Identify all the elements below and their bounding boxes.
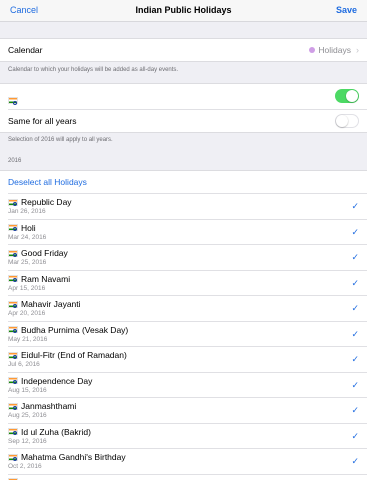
india-flag-icon xyxy=(8,198,18,206)
calendar-value: Holidays › xyxy=(309,45,359,55)
checkmark-icon: ✓ xyxy=(351,226,359,237)
holiday-date: Oct 2, 2016 xyxy=(8,463,42,470)
holiday-date: Jan 26, 2016 xyxy=(8,208,46,215)
deselect-all-button[interactable]: Deselect all Holidays xyxy=(8,177,87,187)
holiday-name-text: Ram Navami xyxy=(21,273,71,284)
checkmark-icon: ✓ xyxy=(351,430,359,441)
deselect-row[interactable]: Deselect all Holidays xyxy=(0,170,367,194)
holiday-name: Republic Day xyxy=(8,197,72,207)
holiday-name-text: Mahatma Gandhi's Birthday xyxy=(21,452,126,462)
holiday-name-text: Holi xyxy=(21,222,36,233)
holiday-name: Independence Day xyxy=(8,376,92,386)
holiday-name: Janmashthami xyxy=(8,401,76,411)
holiday-row[interactable]: Independence Day Aug 15, 2016 ✓ xyxy=(0,372,367,398)
holiday-name-text: Budha Purnima (Vesak Day) xyxy=(21,324,129,335)
holiday-date: Aug 15, 2016 xyxy=(8,386,47,394)
holiday-date: Mar 25, 2016 xyxy=(8,259,47,266)
holiday-name-text: Eidul-Fitr (End of Ramadan) xyxy=(21,350,127,360)
same-years-row: Same for all years xyxy=(0,109,367,134)
india-flag-icon xyxy=(8,92,18,110)
holiday-row[interactable]: Republic Day Jan 26, 2016 ✓ xyxy=(0,194,367,220)
same-years-toggle[interactable] xyxy=(335,114,359,128)
country-group: Same for all years xyxy=(0,83,367,133)
holiday-name-text: Janmashthami xyxy=(21,401,77,411)
calendar-row[interactable]: Calendar Holidays › xyxy=(0,38,367,62)
holiday-row-partial[interactable] xyxy=(0,474,367,480)
india-flag-icon xyxy=(8,351,18,359)
holiday-date: Sep 12, 2016 xyxy=(8,437,47,445)
holiday-name-text: Independence Day xyxy=(21,375,93,386)
holiday-name: Good Friday xyxy=(8,248,68,258)
save-button[interactable]: Save xyxy=(336,5,357,15)
india-flag-icon xyxy=(8,275,18,283)
checkmark-icon: ✓ xyxy=(351,277,359,288)
calendar-footnote: Calendar to which your holidays will be … xyxy=(8,67,179,73)
holiday-date: Apr 15, 2016 xyxy=(8,284,46,292)
holiday-date: May 21, 2016 xyxy=(8,335,48,343)
holiday-row[interactable]: Good Friday Mar 25, 2016 ✓ xyxy=(0,245,367,271)
holiday-row[interactable]: Mahatma Gandhi's Birthday Oct 2, 2016 ✓ xyxy=(0,449,367,475)
holiday-name: Budha Purnima (Vesak Day) xyxy=(8,325,128,335)
year-section-header: 2016 xyxy=(8,158,22,164)
checkmark-icon: ✓ xyxy=(351,303,359,313)
holiday-row[interactable]: Eidul-Fitr (End of Ramadan) Jul 6, 2016 … xyxy=(0,347,367,373)
calendar-label: Calendar xyxy=(8,45,43,55)
checkmark-icon: ✓ xyxy=(351,456,359,466)
holiday-row[interactable]: Mahavir Jayanti Apr 20, 2016 ✓ xyxy=(0,296,367,322)
holiday-row[interactable]: Id ul Zuha (Bakrid) Sep 12, 2016 ✓ xyxy=(0,423,367,449)
same-years-label: Same for all years xyxy=(8,116,77,126)
checkmark-icon: ✓ xyxy=(351,405,359,415)
india-flag-icon xyxy=(8,402,18,410)
chevron-right-icon: › xyxy=(356,45,359,55)
holiday-name-text: Id ul Zuha (Bakrid) xyxy=(21,426,91,437)
holiday-name-text: Republic Day xyxy=(21,197,72,207)
holiday-date: Apr 20, 2016 xyxy=(8,310,46,317)
india-flag-icon xyxy=(8,377,18,385)
checkmark-icon: ✓ xyxy=(351,201,359,211)
holiday-name: Id ul Zuha (Bakrid) xyxy=(8,427,91,437)
india-flag-icon xyxy=(8,428,18,436)
checkmark-icon: ✓ xyxy=(351,252,359,262)
india-flag-icon xyxy=(8,326,18,334)
holiday-row[interactable]: Budha Purnima (Vesak Day) May 21, 2016 ✓ xyxy=(0,321,367,347)
holiday-name: Eidul-Fitr (End of Ramadan) xyxy=(8,350,127,360)
page-title: Indian Public Holidays xyxy=(135,5,232,15)
same-years-footnote: Selection of 2016 will apply to all year… xyxy=(8,137,113,143)
india-flag-icon xyxy=(8,300,18,308)
checkmark-icon: ✓ xyxy=(351,354,359,364)
holiday-row[interactable]: Janmashthami Aug 25, 2016 ✓ xyxy=(0,398,367,424)
navigation-bar: Cancel Indian Public Holidays Save xyxy=(0,0,367,22)
country-row xyxy=(0,84,367,109)
calendar-value-text: Holidays xyxy=(318,45,351,55)
checkmark-icon: ✓ xyxy=(351,379,359,390)
country-toggle[interactable] xyxy=(335,89,359,103)
holiday-row[interactable]: Ram Navami Apr 15, 2016 ✓ xyxy=(0,270,367,296)
holiday-date: Jul 6, 2016 xyxy=(8,361,40,368)
india-flag-icon xyxy=(8,224,18,232)
holiday-name-text: Good Friday xyxy=(21,248,68,258)
holiday-row[interactable]: Holi Mar 24, 2016 ✓ xyxy=(0,219,367,245)
holiday-name: Ram Navami xyxy=(8,274,70,284)
holiday-date: Mar 24, 2016 xyxy=(8,233,47,241)
holiday-name-text: Mahavir Jayanti xyxy=(21,299,81,309)
holiday-name: Holi xyxy=(8,223,36,233)
india-flag-icon xyxy=(8,453,18,461)
india-flag-icon xyxy=(8,249,18,257)
holiday-date: Aug 25, 2016 xyxy=(8,412,47,419)
holiday-name: Mahavir Jayanti xyxy=(8,299,81,309)
holiday-name: Mahatma Gandhi's Birthday xyxy=(8,452,126,462)
calendar-color-dot xyxy=(309,47,316,53)
checkmark-icon: ✓ xyxy=(351,328,359,339)
